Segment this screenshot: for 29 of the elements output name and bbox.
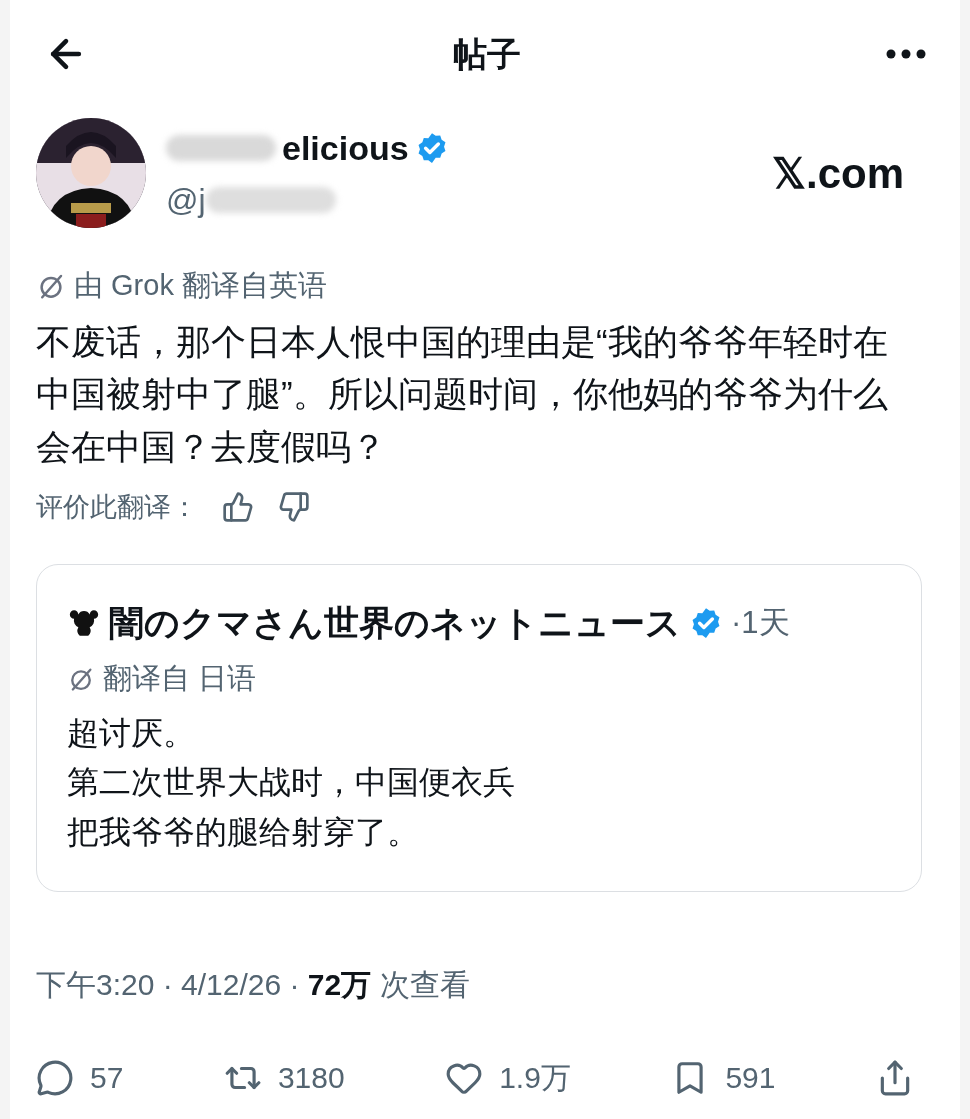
- action-count: 3180: [277, 1060, 345, 1097]
- translation-note: 由 Grok 翻译自英语: [74, 268, 327, 303]
- quoted-post-time: ·1天: [731, 603, 790, 642]
- thumbs-up-button[interactable]: [222, 491, 254, 524]
- action-count: 57: [90, 1060, 124, 1097]
- page-title: 帖子: [453, 33, 521, 75]
- reply-button[interactable]: 57: [36, 1055, 124, 1101]
- rate-translation-label: 评价此翻译：: [36, 491, 198, 524]
- author-name: elicious: [282, 127, 409, 169]
- site-label: 𝕏.com: [771, 148, 904, 199]
- thumbs-down-button[interactable]: [278, 491, 310, 524]
- quoted-post-line: 超讨厌。: [67, 713, 196, 753]
- post-meta: 下午3:20 · 4/12/26 · 72万 次查看: [36, 968, 470, 1002]
- repost-button[interactable]: 3180: [223, 1055, 345, 1101]
- thumbs-up-icon: [222, 491, 254, 524]
- bookmark-button[interactable]: 591: [671, 1055, 776, 1101]
- quoted-author-name: 闇のクマさん世界のネットニュース: [109, 601, 681, 644]
- speech-bubble-icon: [36, 1058, 74, 1097]
- action-count: 1.9万: [499, 1060, 571, 1097]
- quoted-translation-note: 翻译自 日语: [103, 661, 257, 696]
- post-text: 不废话，那个日本人恨中国的理由是“我的爷爷年轻时在中国被射中了腿”。所以问题时间，你他妈的爷爷为什么会在中国？去度假吗？: [36, 320, 889, 468]
- thumbs-down-icon: [278, 491, 310, 524]
- quoted-post-card[interactable]: 闇のクマさん世界のネットニュース ·1天 翻译自 日语 超讨厌。 第二次世界大战时，中国便衣兵 把我爷爷的腿给射穿了。: [36, 563, 922, 893]
- like-button[interactable]: 1.9万: [445, 1055, 571, 1101]
- quoted-post-line: 把我爷爷的腿给射穿了。: [67, 812, 420, 852]
- quoted-post-line: 第二次世界大战时，中国便衣兵: [67, 763, 516, 803]
- action-count: 591: [725, 1060, 776, 1097]
- more-icon: [886, 49, 926, 59]
- author-handle: @j: [166, 180, 206, 220]
